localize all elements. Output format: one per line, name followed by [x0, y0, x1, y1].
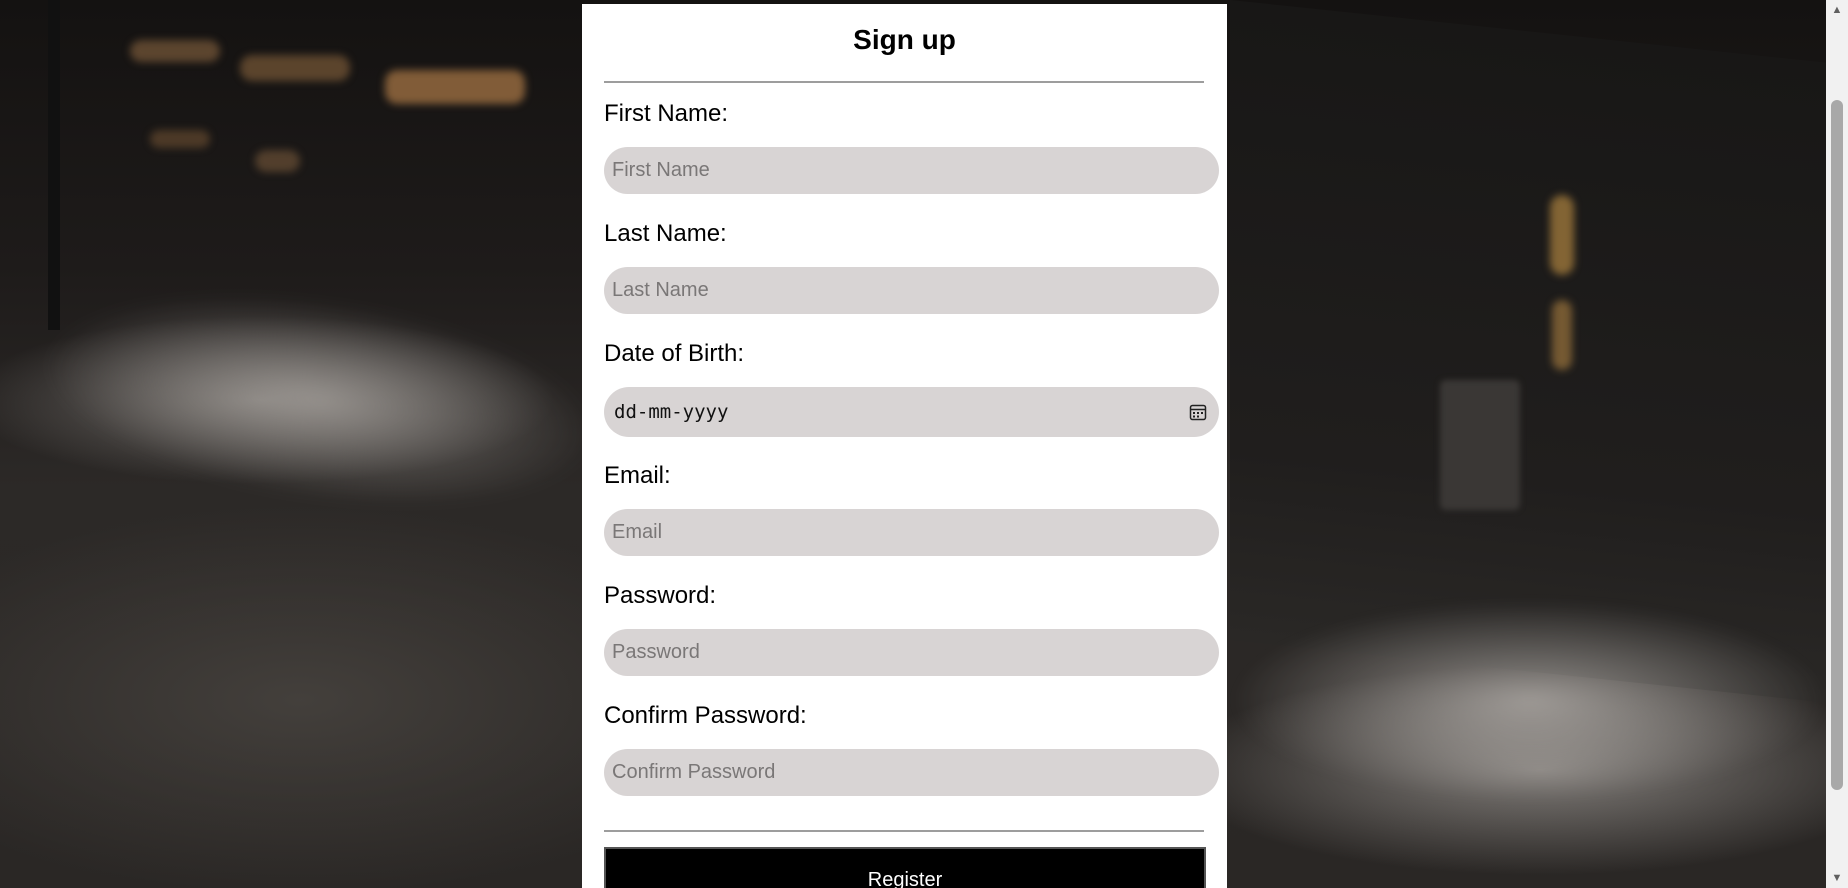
background-window-light	[150, 130, 210, 148]
confirm-password-label: Confirm Password:	[604, 702, 807, 729]
background-light-patch	[1230, 600, 1826, 800]
email-input[interactable]	[604, 509, 1219, 556]
triangle-down-icon[interactable]: ▼	[1826, 868, 1848, 888]
form-title: Sign up	[853, 24, 956, 55]
background-window-light	[385, 70, 525, 104]
triangle-up-icon[interactable]: ▲	[1826, 0, 1848, 20]
vertical-scrollbar[interactable]: ▲ ▼	[1826, 0, 1848, 888]
background-light-patch	[28, 262, 612, 538]
date-of-birth-input[interactable]: dd-mm-yyyy	[604, 387, 1219, 437]
first-name-label: First Name:	[604, 100, 729, 127]
browser-viewport: Sign up First Name: Last Name: Date of B…	[0, 0, 1848, 888]
confirm-password-input[interactable]	[604, 749, 1219, 796]
scrollbar-thumb[interactable]	[1831, 100, 1843, 790]
background-post	[48, 0, 60, 330]
password-input[interactable]	[604, 629, 1219, 676]
form-divider-bottom	[604, 830, 1204, 832]
background-wall	[1230, 0, 1826, 704]
date-of-birth-placeholder: dd-mm-yyyy	[614, 401, 729, 423]
password-label: Password:	[604, 582, 717, 609]
signup-form: Sign up First Name: Last Name: Date of B…	[582, 4, 1227, 888]
first-name-input[interactable]	[604, 147, 1219, 194]
last-name-input[interactable]	[604, 267, 1219, 314]
background-door	[1440, 380, 1520, 510]
email-label: Email:	[604, 462, 671, 489]
background-window-light	[1550, 195, 1574, 275]
background-window-light	[130, 40, 220, 62]
date-of-birth-label: Date of Birth:	[604, 340, 745, 367]
calendar-icon[interactable]	[1187, 401, 1209, 423]
form-divider-top	[604, 81, 1204, 83]
background-window-light	[255, 150, 300, 172]
background-window-light	[240, 55, 350, 81]
last-name-label: Last Name:	[604, 220, 727, 247]
register-button[interactable]: Register	[604, 847, 1206, 888]
background-window-light	[1552, 300, 1572, 370]
